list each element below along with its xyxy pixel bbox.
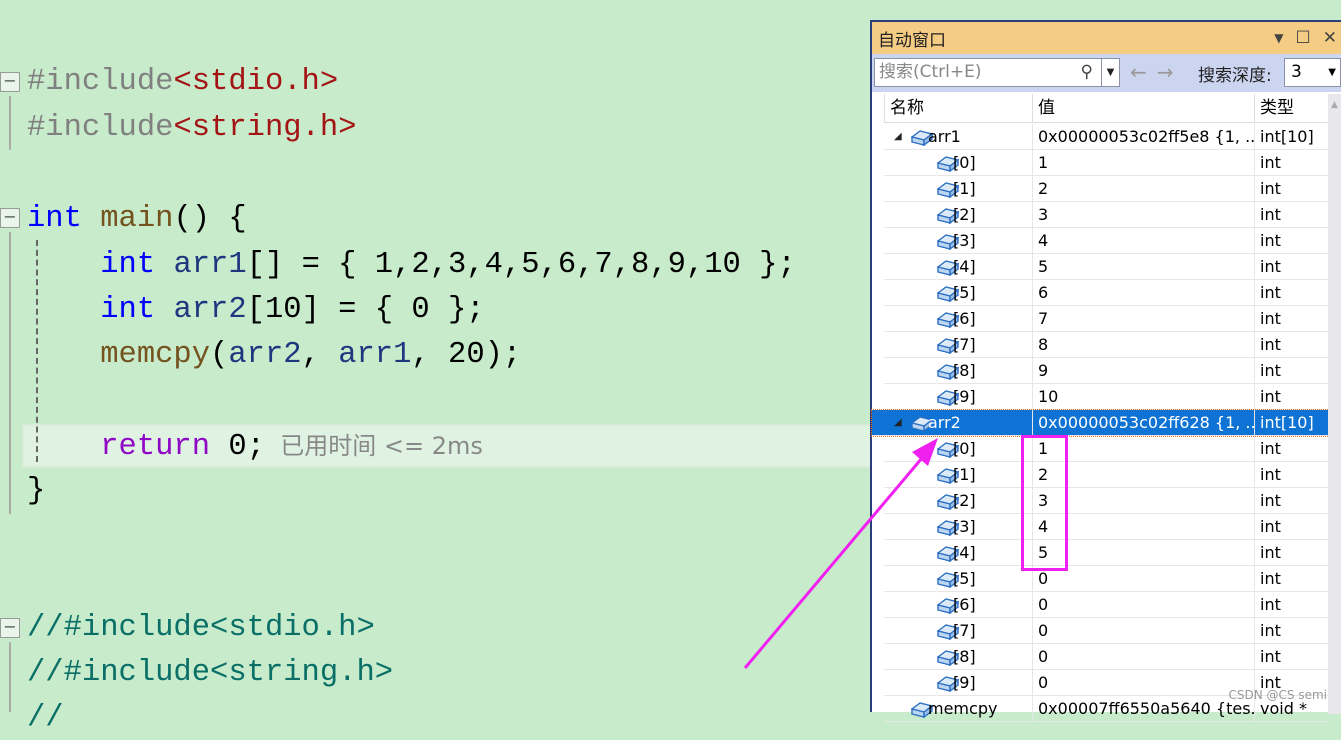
watermark: CSDN @CS semi [1228,688,1328,702]
annotation-arrow [743,438,938,669]
